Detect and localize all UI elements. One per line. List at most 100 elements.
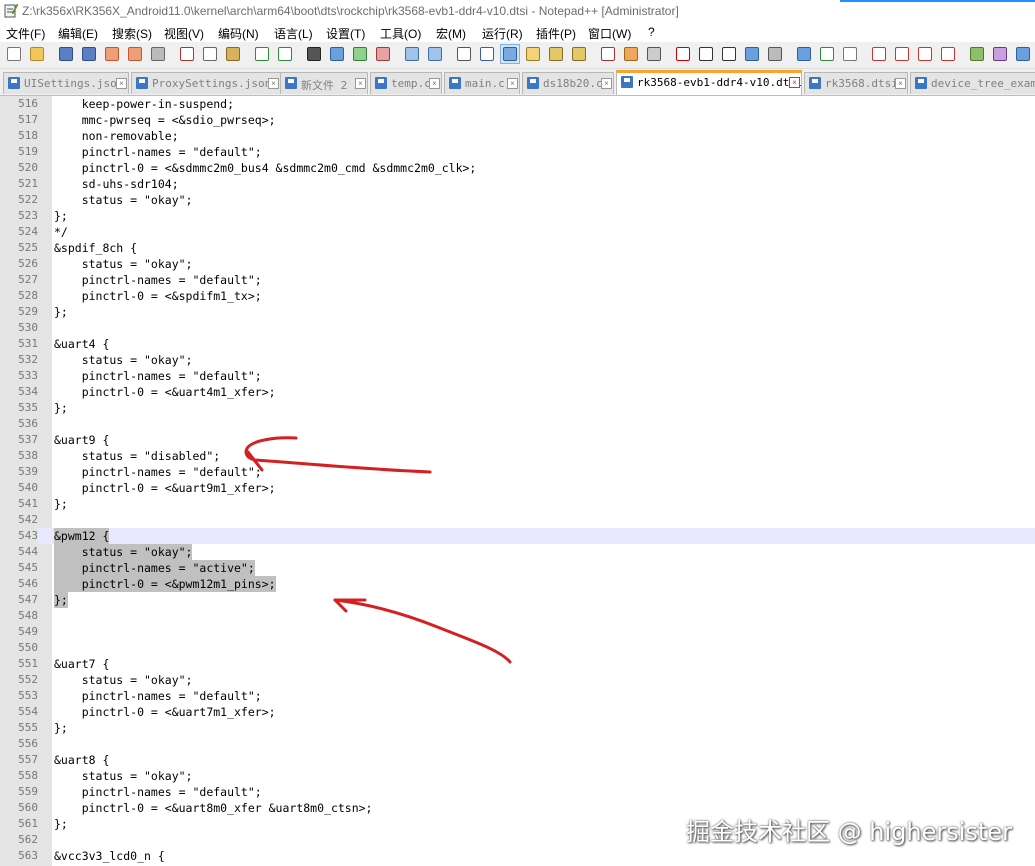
- code-line[interactable]: 550: [0, 640, 1035, 656]
- stop-macro-button[interactable]: [697, 45, 715, 63]
- sync-v-button[interactable]: [403, 45, 421, 63]
- close-button[interactable]: [103, 45, 121, 63]
- record-macro-button[interactable]: [674, 45, 692, 63]
- menu-item-10[interactable]: 运行(R): [482, 25, 523, 42]
- code-line[interactable]: 554 pinctrl-0 = <&uart7m1_xfer>;: [0, 704, 1035, 720]
- tab-8[interactable]: rk3568.dtsi ×: [804, 72, 908, 94]
- code-line[interactable]: 518 non-removable;: [0, 128, 1035, 144]
- code-editor[interactable]: 516 keep-power-in-suspend; 517 mmc-pwrseq…: [0, 96, 1035, 866]
- tab-close-icon[interactable]: ×: [507, 78, 518, 89]
- tab-9[interactable]: device_tree_example: [910, 72, 1035, 94]
- udl-button[interactable]: [524, 45, 542, 63]
- code-line[interactable]: 549: [0, 624, 1035, 640]
- last-diff-button[interactable]: [939, 45, 957, 63]
- code-line[interactable]: 539 pinctrl-names = "default";: [0, 464, 1035, 480]
- sync-h-button[interactable]: [426, 45, 444, 63]
- doc-map-button[interactable]: [547, 45, 565, 63]
- plugin-a-button[interactable]: [968, 45, 986, 63]
- code-line[interactable]: 528 pinctrl-0 = <&spdifm1_tx>;: [0, 288, 1035, 304]
- code-line[interactable]: 520 pinctrl-0 = <&sdmmc2m0_bus4 &sdmmc2m…: [0, 160, 1035, 176]
- prev-diff-button[interactable]: [893, 45, 911, 63]
- tab-4[interactable]: temp.c ×: [370, 72, 442, 94]
- code-line[interactable]: 522 status = "okay";: [0, 192, 1035, 208]
- new-file-button[interactable]: [5, 45, 23, 63]
- menu-item-13[interactable]: ?: [648, 25, 655, 39]
- code-line[interactable]: 526 status = "okay";: [0, 256, 1035, 272]
- check-button[interactable]: [818, 45, 836, 63]
- copy-button[interactable]: [201, 45, 219, 63]
- code-line[interactable]: 525 &spdif_8ch {: [0, 240, 1035, 256]
- code-line[interactable]: 556: [0, 736, 1035, 752]
- code-line[interactable]: 559 pinctrl-names = "default";: [0, 784, 1035, 800]
- tab-close-icon[interactable]: ×: [895, 78, 906, 89]
- menu-item-2[interactable]: 编辑(E): [58, 25, 98, 42]
- tab-close-icon[interactable]: ×: [429, 78, 440, 89]
- replace-button[interactable]: [328, 45, 346, 63]
- plugin-c-button[interactable]: [1014, 45, 1032, 63]
- code-line[interactable]: 548: [0, 608, 1035, 624]
- compare-button[interactable]: [841, 45, 859, 63]
- code-line[interactable]: 545 pinctrl-names = "active";: [0, 560, 1035, 576]
- doc-list-button[interactable]: [570, 45, 588, 63]
- monitor-button[interactable]: [645, 45, 663, 63]
- close-all-button[interactable]: [126, 45, 144, 63]
- save-all-button[interactable]: [80, 45, 98, 63]
- code-line[interactable]: 523};: [0, 208, 1035, 224]
- code-line[interactable]: 521 sd-uhs-sdr104;: [0, 176, 1035, 192]
- code-line[interactable]: 535};: [0, 400, 1035, 416]
- tab-1[interactable]: UISettings.json ×: [3, 72, 129, 94]
- code-line[interactable]: 542: [0, 512, 1035, 528]
- tab-7[interactable]: rk3568-evb1-ddr4-v10.dtsi ×: [616, 70, 802, 95]
- code-line[interactable]: 534 pinctrl-0 = <&uart4m1_xfer>;: [0, 384, 1035, 400]
- tab-2[interactable]: ProxySettings.json ×: [131, 72, 281, 94]
- code-line[interactable]: 516 keep-power-in-suspend;: [0, 96, 1035, 112]
- folder-workspace-button[interactable]: [622, 45, 640, 63]
- code-line[interactable]: 537 &uart9 {: [0, 432, 1035, 448]
- menu-item-4[interactable]: 视图(V): [164, 25, 204, 42]
- play-macro-button[interactable]: [720, 45, 738, 63]
- code-line[interactable]: 532 status = "okay";: [0, 352, 1035, 368]
- code-line[interactable]: 553 pinctrl-names = "default";: [0, 688, 1035, 704]
- show-all-chars-button[interactable]: [478, 45, 496, 63]
- code-line[interactable]: 563 &vcc3v3_lcd0_n {: [0, 848, 1035, 864]
- tab-5[interactable]: main.c ×: [444, 72, 520, 94]
- code-line[interactable]: 517 mmc-pwrseq = <&sdio_pwrseq>;: [0, 112, 1035, 128]
- code-line[interactable]: 533 pinctrl-names = "default";: [0, 368, 1035, 384]
- tab-6[interactable]: ds18b20.c ×: [522, 72, 614, 94]
- print-button[interactable]: [149, 45, 167, 63]
- code-line[interactable]: 536: [0, 416, 1035, 432]
- code-line[interactable]: 557 &uart8 {: [0, 752, 1035, 768]
- menu-item-12[interactable]: 窗口(W): [588, 25, 631, 42]
- next-diff-button[interactable]: [916, 45, 934, 63]
- paste-button[interactable]: [224, 45, 242, 63]
- menu-item-8[interactable]: 工具(O): [380, 25, 421, 42]
- tab-close-icon[interactable]: ×: [268, 78, 279, 89]
- sync-button[interactable]: [795, 45, 813, 63]
- menu-item-6[interactable]: 语言(L): [274, 25, 313, 42]
- code-line[interactable]: 538 status = "disabled";: [0, 448, 1035, 464]
- code-line[interactable]: 546 pinctrl-0 = <&pwm12m1_pins>;: [0, 576, 1035, 592]
- save-macro-button[interactable]: [766, 45, 784, 63]
- function-list-button[interactable]: [599, 45, 617, 63]
- code-line[interactable]: 555};: [0, 720, 1035, 736]
- find-button[interactable]: [305, 45, 323, 63]
- plugin-b-button[interactable]: [991, 45, 1009, 63]
- code-line[interactable]: 540 pinctrl-0 = <&uart9m1_xfer>;: [0, 480, 1035, 496]
- indent-guide-button[interactable]: [500, 44, 520, 64]
- undo-button[interactable]: [253, 45, 271, 63]
- run-macro-multiple-button[interactable]: [743, 45, 761, 63]
- code-line[interactable]: 527 pinctrl-names = "default";: [0, 272, 1035, 288]
- tab-3[interactable]: 新文件 2 ×: [280, 72, 368, 94]
- zoom-out-button[interactable]: [374, 45, 392, 63]
- tab-close-icon[interactable]: ×: [116, 78, 127, 89]
- first-diff-button[interactable]: [870, 45, 888, 63]
- code-line[interactable]: 547};: [0, 592, 1035, 608]
- cut-button[interactable]: [178, 45, 196, 63]
- code-line[interactable]: 551 &uart7 {: [0, 656, 1035, 672]
- code-line[interactable]: 531 &uart4 {: [0, 336, 1035, 352]
- code-line[interactable]: 558 status = "okay";: [0, 768, 1035, 784]
- menu-item-9[interactable]: 宏(M): [436, 25, 466, 42]
- save-button[interactable]: [57, 45, 75, 63]
- menu-item-5[interactable]: 编码(N): [218, 25, 259, 42]
- redo-button[interactable]: [276, 45, 294, 63]
